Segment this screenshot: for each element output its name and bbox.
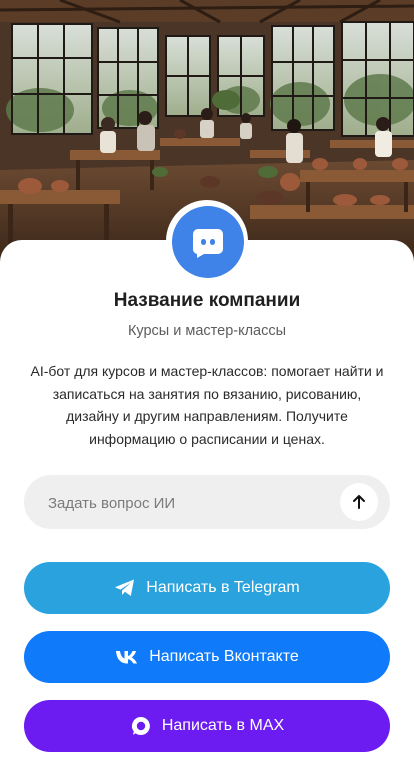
- company-name: Название компании: [113, 290, 301, 311]
- telegram-button-label: Написать в Telegram: [146, 579, 300, 596]
- chat-bot-icon: [192, 229, 223, 258]
- company-avatar: [172, 206, 244, 278]
- max-icon: [130, 715, 152, 737]
- vk-button-label: Написать Вконтакте: [149, 648, 299, 665]
- telegram-icon: [114, 578, 136, 598]
- send-button[interactable]: [340, 483, 378, 521]
- max-button[interactable]: Написать в MAX: [24, 700, 390, 752]
- ask-ai-field[interactable]: [24, 475, 390, 531]
- company-description: AI-бот для курсов и мастер-классов: помо…: [30, 363, 384, 447]
- ask-ai-input[interactable]: [46, 475, 340, 531]
- vk-button[interactable]: Написать Вконтакте: [24, 631, 390, 683]
- vk-icon: [115, 649, 139, 665]
- arrow-up-icon: [353, 495, 365, 509]
- company-subtitle: Курсы и мастер-классы: [127, 323, 287, 339]
- max-button-label: Написать в MAX: [161, 717, 285, 734]
- telegram-button[interactable]: Написать в Telegram: [24, 562, 390, 614]
